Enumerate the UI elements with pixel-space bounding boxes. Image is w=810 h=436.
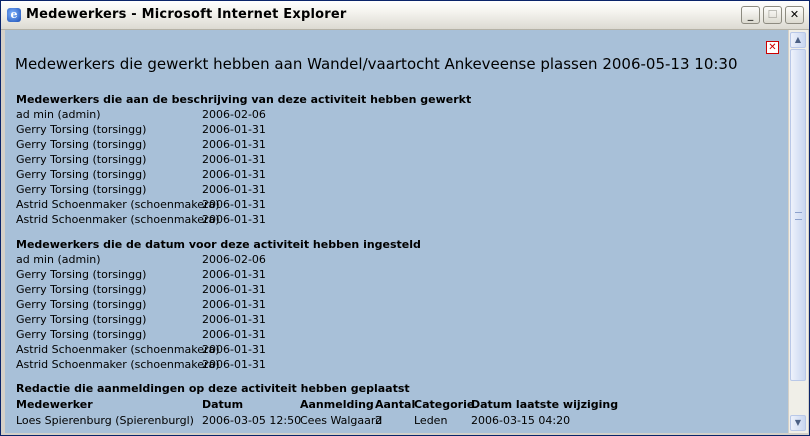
section-heading-datum: Medewerkers die de datum voor deze activ… [16, 238, 421, 251]
close-button[interactable]: ✕ [785, 6, 804, 24]
browser-window: e Medewerkers - Microsoft Internet Explo… [0, 0, 810, 436]
medewerker-name: Astrid Schoenmaker (schoenmakera) [16, 343, 220, 356]
medewerker-name: Gerry Torsing (torsingg) [16, 268, 147, 281]
medewerker-name: Gerry Torsing (torsingg) [16, 138, 147, 151]
medewerker-date: 2006-01-31 [202, 213, 266, 226]
medewerker-date: 2006-01-31 [202, 198, 266, 211]
col-header-aantal: Aantal [375, 398, 416, 411]
col-header-aanmelding: Aanmelding [300, 398, 374, 411]
medewerker-name: Gerry Torsing (torsingg) [16, 183, 147, 196]
medewerker-date: 2006-01-31 [202, 183, 266, 196]
cell-aantal: 2 [375, 414, 382, 427]
title-bar[interactable]: e Medewerkers - Microsoft Internet Explo… [1, 1, 809, 30]
page-title: Medewerkers die gewerkt hebben aan Wande… [15, 55, 738, 73]
scroll-down-icon[interactable]: ▼ [790, 415, 806, 431]
medewerker-date: 2006-02-06 [202, 253, 266, 266]
section-heading-beschrijving: Medewerkers die aan de beschrijving van … [16, 93, 472, 106]
cell-datum: 2006-03-05 12:50 [202, 414, 302, 427]
medewerker-name: Gerry Torsing (torsingg) [16, 168, 147, 181]
medewerker-name: Astrid Schoenmaker (schoenmakera) [16, 213, 220, 226]
medewerker-name: ad min (admin) [16, 253, 101, 266]
grip-icon [795, 212, 802, 220]
medewerker-name: Astrid Schoenmaker (schoenmakera) [16, 358, 220, 371]
cell-datum-laatste-wijziging: 2006-03-15 04:20 [471, 414, 571, 427]
scroll-thumb[interactable] [790, 49, 806, 381]
medewerker-date: 2006-01-31 [202, 358, 266, 371]
maximize-button[interactable]: ☐ [763, 6, 782, 24]
scroll-up-icon[interactable]: ▲ [790, 32, 806, 48]
vertical-scrollbar[interactable]: ▲ ▼ [788, 30, 808, 433]
col-header-medewerker: Medewerker [16, 398, 93, 411]
cell-medewerker: Loes Spierenburg (Spierenburgl) [16, 414, 194, 427]
medewerker-date: 2006-01-31 [202, 268, 266, 281]
minimize-button[interactable]: _ [741, 6, 760, 24]
medewerker-date: 2006-01-31 [202, 168, 266, 181]
cell-aanmelding: Cees Walgaard [300, 414, 383, 427]
medewerker-date: 2006-01-31 [202, 138, 266, 151]
medewerker-date: 2006-01-31 [202, 283, 266, 296]
col-header-datum: Datum [202, 398, 244, 411]
medewerker-name: ad min (admin) [16, 108, 101, 121]
medewerker-date: 2006-02-06 [202, 108, 266, 121]
medewerker-name: Gerry Torsing (torsingg) [16, 328, 147, 341]
medewerker-name: Gerry Torsing (torsingg) [16, 313, 147, 326]
page-content: ✕ Medewerkers die gewerkt hebben aan Wan… [5, 30, 788, 433]
medewerker-name: Gerry Torsing (torsingg) [16, 298, 147, 311]
medewerker-name: Astrid Schoenmaker (schoenmakera) [16, 198, 220, 211]
medewerker-date: 2006-01-31 [202, 343, 266, 356]
close-icon[interactable]: ✕ [766, 41, 779, 54]
cell-categorie: Leden [414, 414, 448, 427]
window-title: Medewerkers - Microsoft Internet Explore… [26, 7, 347, 22]
medewerker-date: 2006-01-31 [202, 328, 266, 341]
medewerker-name: Gerry Torsing (torsingg) [16, 153, 147, 166]
medewerker-date: 2006-01-31 [202, 123, 266, 136]
medewerker-date: 2006-01-31 [202, 298, 266, 311]
col-header-datum-laatste-wijziging: Datum laatste wijziging [471, 398, 619, 411]
section-heading-redactie: Redactie die aanmeldingen op deze activi… [16, 382, 410, 395]
medewerker-name: Gerry Torsing (torsingg) [16, 123, 147, 136]
medewerker-date: 2006-01-31 [202, 153, 266, 166]
internet-explorer-icon: e [7, 8, 21, 22]
medewerker-name: Gerry Torsing (torsingg) [16, 283, 147, 296]
medewerker-date: 2006-01-31 [202, 313, 266, 326]
col-header-categorie: Categorie [414, 398, 475, 411]
